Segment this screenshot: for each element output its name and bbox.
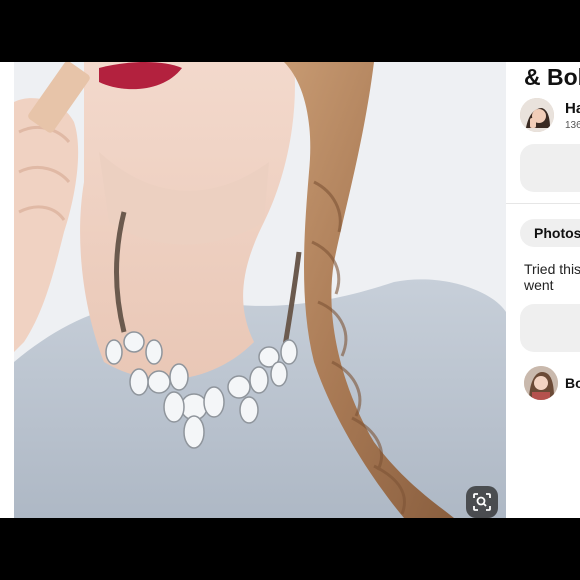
- commenter-name[interactable]: Bo: [565, 375, 580, 391]
- pin-image[interactable]: [14, 62, 506, 518]
- pin-title: & Bol: [524, 64, 580, 90]
- top-black-bar: [0, 0, 580, 62]
- creator-avatar[interactable]: [520, 98, 554, 132]
- section-divider: [506, 203, 580, 204]
- creator-name[interactable]: Ha: [565, 100, 580, 117]
- visual-search-icon: [472, 492, 492, 512]
- tried-this-prompt: Tried this went: [524, 261, 580, 293]
- tab-photos[interactable]: Photos: [520, 219, 580, 247]
- pin-details-panel: & Bol Ha 136 Photos Tried this went Bo: [506, 62, 580, 518]
- add-photo-button[interactable]: [520, 304, 580, 352]
- follow-button[interactable]: [520, 144, 580, 192]
- creator-follower-count: 136: [565, 120, 580, 131]
- necklace-photo-illustration: [14, 62, 506, 518]
- left-white-strip: [0, 62, 14, 518]
- visual-search-button[interactable]: [466, 486, 498, 518]
- bottom-black-bar: [0, 518, 580, 580]
- commenter-avatar[interactable]: [524, 366, 558, 400]
